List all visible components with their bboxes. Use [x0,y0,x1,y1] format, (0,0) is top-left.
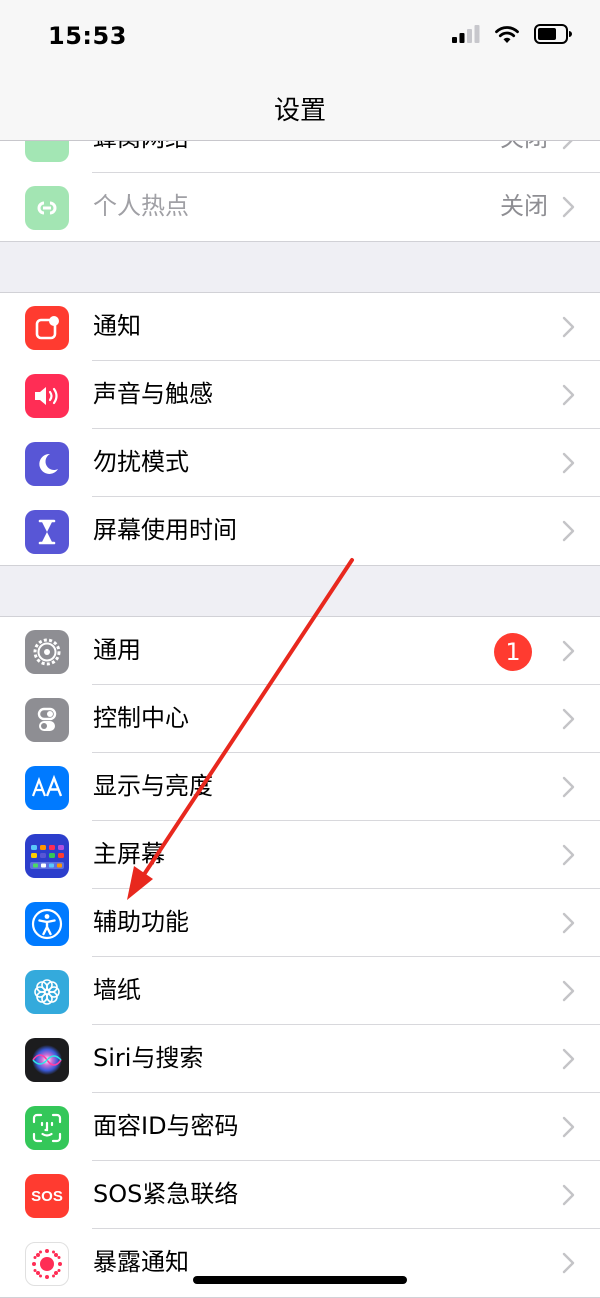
chevron-right-icon [562,1184,575,1206]
flower-icon [25,970,69,1014]
settings-item-notifications[interactable]: 通知 [0,293,600,361]
settings-item-screen-time[interactable]: 屏幕使用时间 [0,497,600,565]
settings-item-face-id[interactable]: 面容ID与密码 [0,1093,600,1161]
hotspot-row[interactable]: 个人热点 关闭 [0,173,600,241]
chevron-right-icon [562,1116,575,1138]
item-label: 显示与亮度 [93,772,213,800]
hotspot-label: 个人热点 [93,192,189,220]
item-label: 通知 [93,312,141,340]
chevron-right-icon [562,196,575,218]
page-title: 设置 [273,96,326,126]
gear-icon [25,630,69,674]
chevron-right-icon [562,1048,575,1070]
moon-icon [25,442,69,486]
status-icons [452,24,572,44]
item-label: 主屏幕 [93,840,165,868]
item-label: 辅助功能 [93,908,189,936]
chevron-right-icon [562,980,575,1002]
cellular-signal-icon [452,25,480,43]
chevron-right-icon [562,844,575,866]
chevron-right-icon [562,912,575,934]
battery-icon [534,24,572,44]
siri-icon [25,1038,69,1082]
chevron-right-icon [562,776,575,798]
settings-item-emergency-sos[interactable]: SOS SOS紧急联络 [0,1161,600,1229]
chevron-right-icon [562,316,575,338]
settings-list: 蜂窝网络 关闭 个人热点 关闭 通知 声音与触感 [0,0,600,1298]
chevron-right-icon [562,708,575,730]
item-label: 暴露通知 [93,1248,189,1276]
settings-item-exposure-notifications[interactable]: 暴露通知 [0,1229,600,1297]
item-label: SOS紧急联络 [93,1180,239,1208]
chevron-right-icon [562,452,575,474]
sos-icon: SOS [25,1174,69,1218]
settings-item-home-screen[interactable]: 主屏幕 [0,821,600,889]
update-badge: 1 [494,633,532,671]
chevron-right-icon [562,1252,575,1274]
home-grid-icon [25,834,69,878]
item-label: 控制中心 [93,704,189,732]
settings-item-control-center[interactable]: 控制中心 [0,685,600,753]
hotspot-icon [25,186,69,230]
chevron-right-icon [562,520,575,542]
toggles-icon [25,698,69,742]
accessibility-icon [25,902,69,946]
exposure-icon [25,1242,69,1286]
chevron-right-icon [562,384,575,406]
sos-icon-text: SOS [31,1187,63,1205]
sound-icon [25,374,69,418]
settings-item-do-not-disturb[interactable]: 勿扰模式 [0,429,600,497]
wifi-icon [495,26,519,43]
hotspot-value: 关闭 [500,192,548,220]
item-label: 面容ID与密码 [93,1112,239,1140]
status-time: 15:53 [48,22,127,50]
settings-item-sounds[interactable]: 声音与触感 [0,361,600,429]
item-label: 墙纸 [93,976,141,1004]
settings-item-wallpaper[interactable]: 墙纸 [0,957,600,1025]
navigation-bar: 设置 [0,80,600,141]
notifications-group: 通知 声音与触感 勿扰模式 屏幕使用时间 [0,292,600,566]
home-indicator [193,1276,407,1284]
text-size-icon [25,766,69,810]
item-label: 勿扰模式 [93,448,189,476]
settings-item-accessibility[interactable]: 辅助功能 [0,889,600,957]
item-label: 声音与触感 [93,380,213,408]
settings-item-display[interactable]: 显示与亮度 [0,753,600,821]
general-group: 通用 1 控制中心 显示与亮度 主屏幕 辅助功能 墙纸 Siri与搜索 面容ID… [0,616,600,1298]
hourglass-icon [25,510,69,554]
settings-item-general[interactable]: 通用 1 [0,617,600,685]
settings-item-siri[interactable]: Siri与搜索 [0,1025,600,1093]
status-bar: 15:53 [0,0,600,80]
item-label: Siri与搜索 [93,1044,204,1072]
item-label: 屏幕使用时间 [93,516,237,544]
item-label: 通用 [93,636,141,664]
face-id-icon [25,1106,69,1150]
chevron-right-icon [562,640,575,662]
notification-icon [25,306,69,350]
